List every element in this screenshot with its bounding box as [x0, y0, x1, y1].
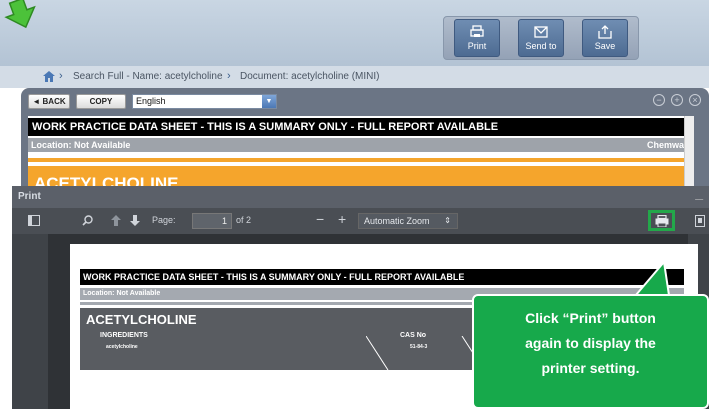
close-icon[interactable]: ×	[689, 94, 701, 106]
document-panel: ◄ BACK COPY English ▼ − + × WORK PRACTIC…	[21, 88, 709, 198]
row-ingredient-name: acetylcholine	[106, 344, 138, 350]
copy-button[interactable]: COPY	[76, 94, 126, 109]
page-total: of 2	[236, 215, 252, 225]
printer-icon	[470, 25, 484, 37]
arrow-up-icon[interactable]	[111, 215, 121, 226]
sidebar-toggle-icon[interactable]	[28, 215, 40, 226]
download-icon[interactable]	[695, 215, 705, 227]
breadcrumb: › Search Full - Name: acetylcholine › Do…	[0, 66, 709, 88]
arrow-down-icon[interactable]	[130, 215, 140, 226]
zoom-select[interactable]: Automatic Zoom ⇕	[358, 213, 458, 229]
location-bar: Location: Not Available Chemwa	[28, 138, 684, 152]
language-value: English	[136, 96, 166, 106]
home-icon[interactable]	[43, 71, 55, 82]
save-label: Save	[594, 41, 616, 51]
back-button[interactable]: ◄ BACK	[28, 94, 70, 109]
document-header: WORK PRACTICE DATA SHEET - THIS IS A SUM…	[28, 118, 684, 136]
action-group: Print Send to Save	[443, 16, 639, 60]
zoom-out-button[interactable]: −	[316, 211, 324, 227]
pdf-print-button[interactable]	[648, 210, 675, 231]
chevron-updown-icon: ⇕	[444, 216, 451, 225]
print-label: Print	[467, 41, 487, 51]
chevron-down-icon: ▼	[262, 95, 276, 108]
page-label: Page:	[152, 215, 176, 225]
send-to-button[interactable]: Send to	[518, 19, 564, 57]
callout-line-1: Click “Print” button	[525, 310, 656, 326]
location-right-text: Chemwa	[646, 140, 684, 150]
zoom-out-icon[interactable]: −	[653, 94, 665, 106]
chevron-right-icon: ›	[227, 70, 231, 82]
save-icon	[598, 25, 612, 39]
page-number-input[interactable]: 1	[192, 213, 232, 229]
zoom-in-button[interactable]: +	[338, 211, 346, 227]
green-arrow-icon	[4, 0, 36, 29]
search-icon[interactable]	[82, 215, 93, 226]
top-toolbar: Print Send to Save	[0, 0, 709, 66]
print-dialog-title: Print	[18, 191, 41, 202]
table-diagonal-lines	[366, 336, 485, 370]
breadcrumb-search[interactable]: Search Full - Name: acetylcholine	[73, 71, 223, 82]
orange-divider	[28, 158, 684, 162]
col-ingredients: INGREDIENTS	[100, 332, 148, 339]
print-dialog-header: Print _	[12, 185, 709, 208]
pdf-toolbar: Page: 1 of 2 − + Automatic Zoom ⇕	[12, 208, 709, 234]
zoom-in-icon[interactable]: +	[671, 94, 683, 106]
callout-line-3: printer setting.	[541, 360, 640, 376]
printer-icon	[655, 215, 669, 227]
chevron-right-icon: ›	[59, 70, 63, 82]
envelope-icon	[534, 26, 548, 38]
location-text: Location: Not Available	[31, 140, 131, 150]
zoom-value: Automatic Zoom	[364, 216, 430, 226]
instruction-callout: Click “Print” button again to display th…	[472, 294, 709, 409]
save-button[interactable]: Save	[582, 19, 628, 57]
minimize-icon[interactable]: _	[695, 182, 703, 204]
breadcrumb-document: Document: acetylcholine (MINI)	[240, 71, 380, 82]
callout-line-2: again to display the	[525, 335, 656, 351]
language-select[interactable]: English ▼	[132, 94, 277, 109]
send-to-label: Send to	[525, 41, 557, 51]
print-button[interactable]: Print	[454, 19, 500, 57]
